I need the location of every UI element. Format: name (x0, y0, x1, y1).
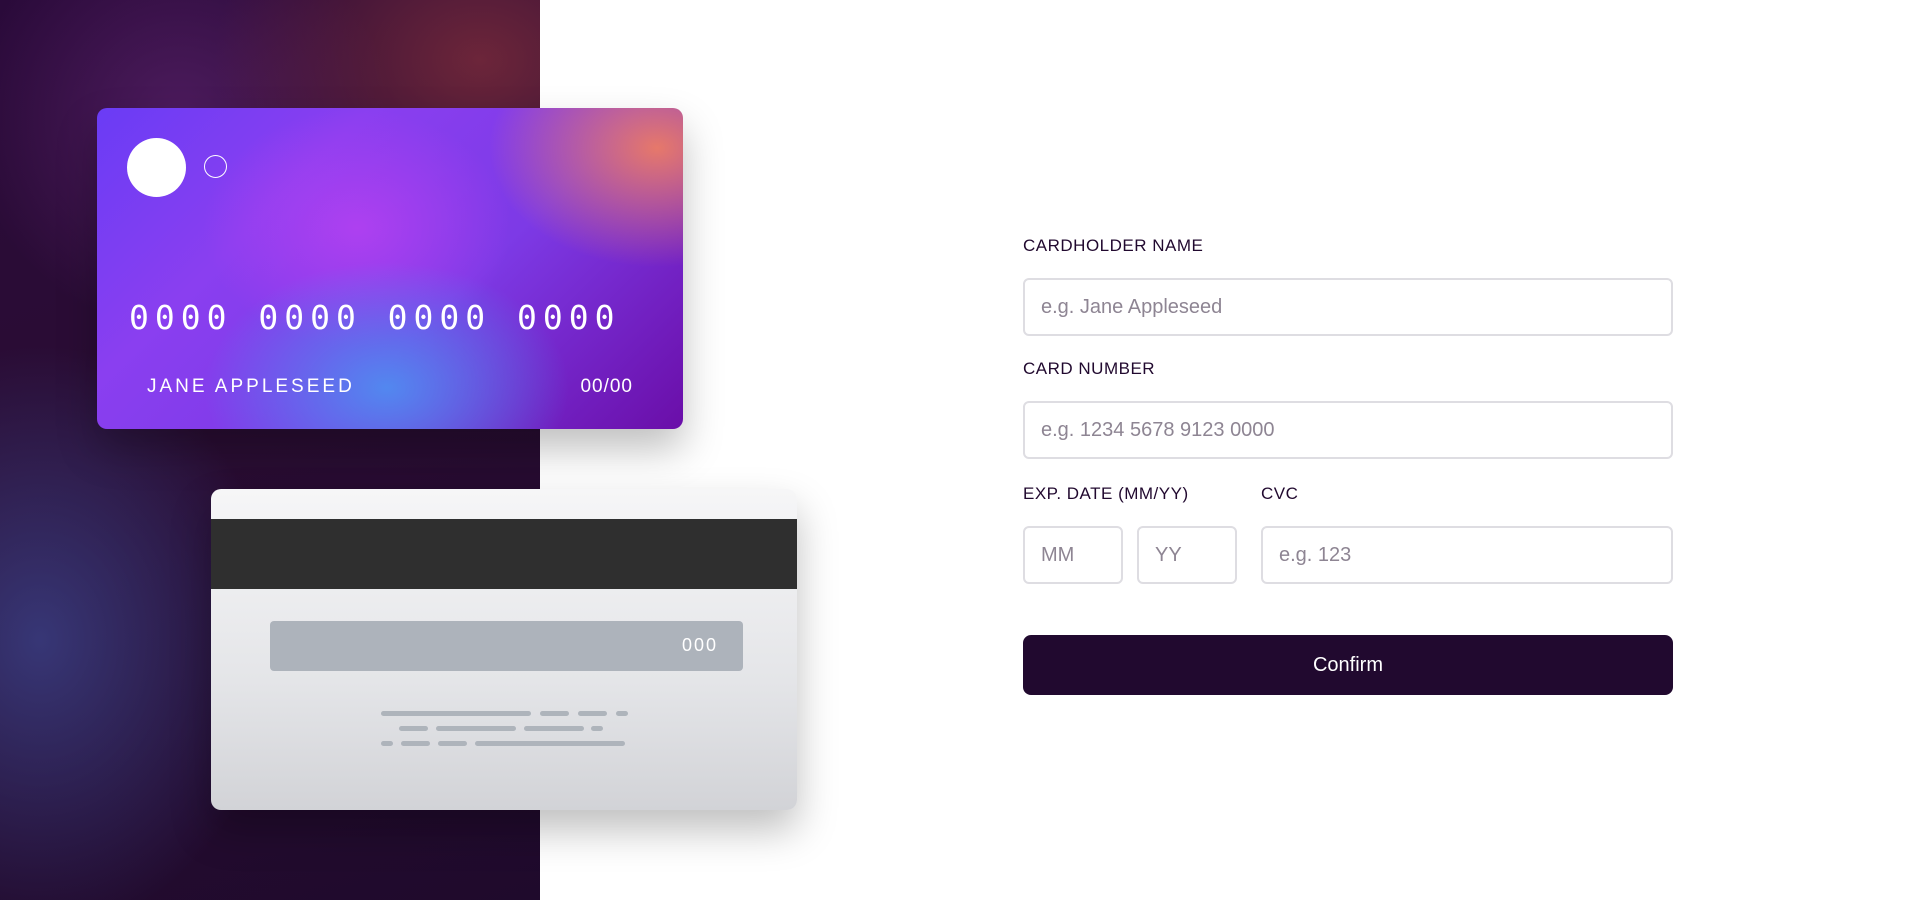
cardholder-name-input[interactable] (1023, 278, 1673, 336)
card-number-input[interactable] (1023, 401, 1673, 459)
cvc-input[interactable] (1261, 526, 1673, 584)
card-back-cvc: 000 (681, 635, 718, 655)
signature-strip: 000 (270, 621, 743, 671)
magnetic-stripe (211, 519, 797, 589)
exp-date-label: EXP. DATE (MM/YY) (1023, 484, 1189, 503)
card-back: 000 (211, 489, 797, 810)
card-front-name: JANE APPLESEED (147, 376, 355, 397)
cvc-label: CVC (1261, 484, 1299, 503)
card-details-page: 0000 0000 0000 0000 JANE APPLESEED 00/00… (0, 0, 1920, 900)
card-front-expiry: 00/00 (580, 376, 633, 397)
card-logo-outline-circle-icon (204, 155, 227, 178)
card-front-number: 0000 0000 0000 0000 (129, 298, 621, 337)
card-number-label: CARD NUMBER (1023, 359, 1156, 378)
card-front: 0000 0000 0000 0000 JANE APPLESEED 00/00 (97, 108, 683, 429)
exp-year-input[interactable] (1137, 526, 1237, 584)
exp-month-input[interactable] (1023, 526, 1123, 584)
cardholder-name-label: CARDHOLDER NAME (1023, 236, 1204, 255)
card-logo-filled-circle-icon (127, 138, 186, 197)
confirm-button[interactable]: Confirm (1023, 635, 1673, 695)
